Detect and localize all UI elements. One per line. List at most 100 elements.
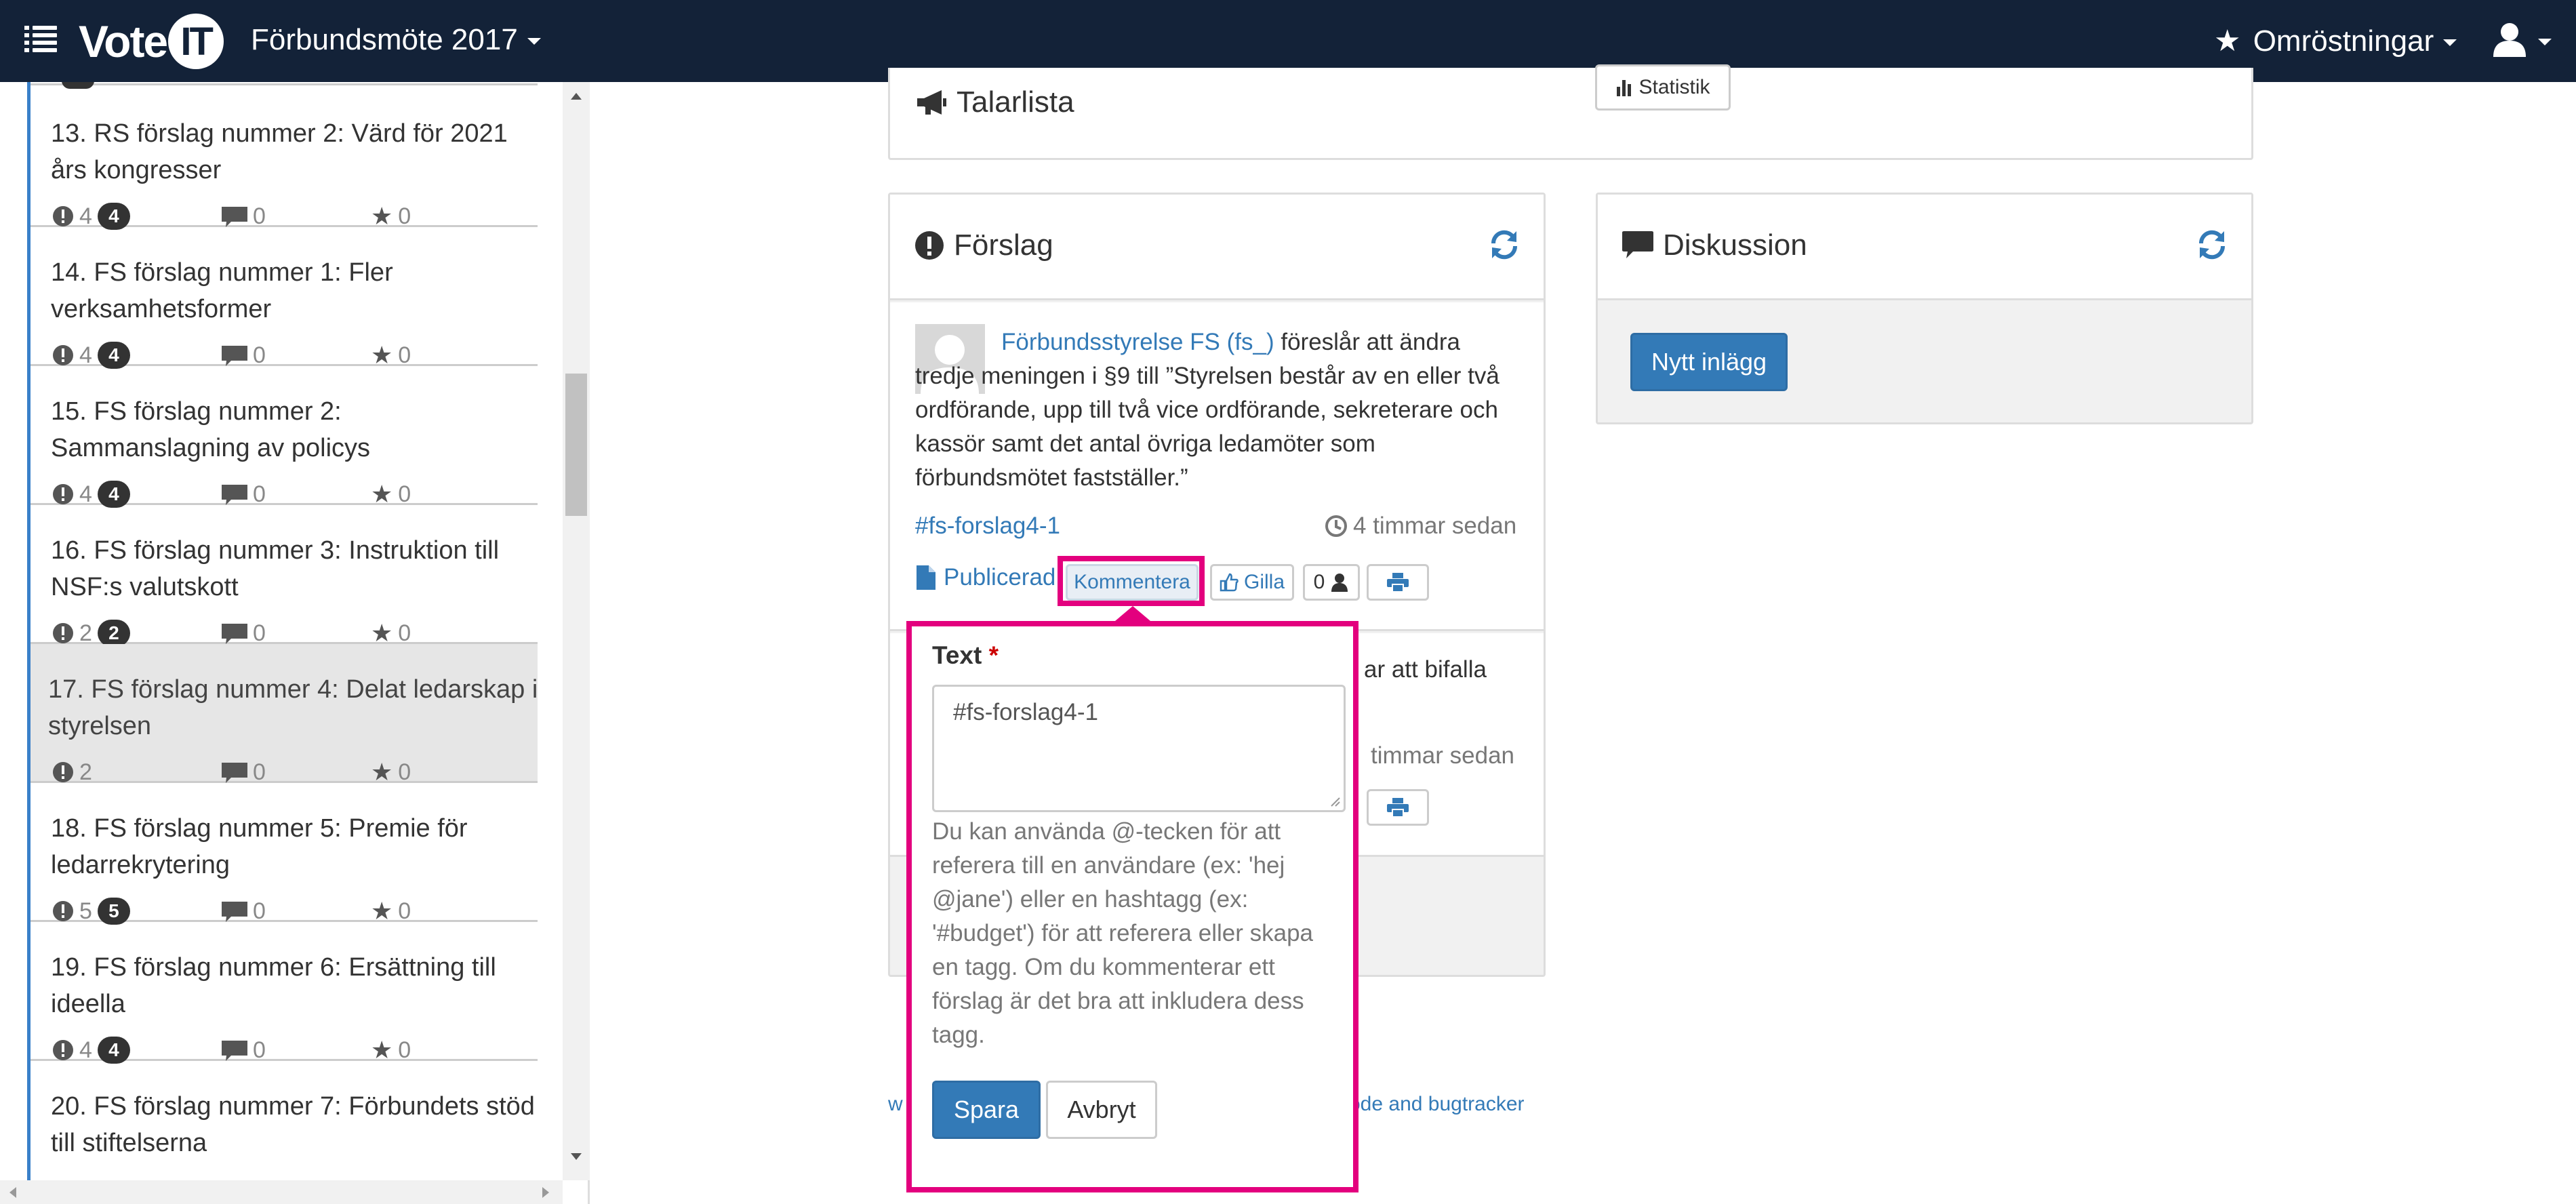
voteit-logo[interactable]: Vote IT — [79, 12, 224, 71]
comment-icon — [1622, 231, 1653, 258]
like-button[interactable]: Gilla — [1210, 564, 1294, 601]
textarea-value: #fs-forslag4-1 — [953, 699, 1098, 725]
save-label: Spara — [953, 1096, 1020, 1123]
unread-badge: 2 — [97, 620, 130, 647]
proposal-timestamp: 4 timmar sedan — [1325, 513, 1516, 540]
print-icon — [1387, 573, 1409, 592]
unread-badge: 4 — [97, 1037, 130, 1064]
exclamation-circle-icon — [53, 206, 73, 226]
agenda-item[interactable]: 19. FS förslag nummer 6: Ersättning till… — [31, 922, 538, 1064]
proposal-author-link[interactable]: Förbundsstyrelse FS (fs_) — [1001, 329, 1274, 355]
comment-icon — [222, 902, 247, 922]
agenda-item[interactable]: 18. FS förslag nummer 5: Premie för leda… — [31, 783, 538, 925]
agenda-item-title: 13. RS förslag nummer 2: Värd för 2021 å… — [51, 119, 508, 184]
polls-dropdown[interactable]: ★ Omröstningar — [2214, 20, 2457, 62]
status-label: Publicerad — [944, 564, 1056, 590]
agenda-sidebar: 13. RS förslag nummer 2: Värd för 2021 å… — [0, 82, 590, 1204]
proposal-status[interactable]: Publicerad — [917, 564, 1055, 591]
polls-label: Omröstningar — [2253, 24, 2434, 58]
proposal-text: Förbundsstyrelse FS (fs_) föreslår att ä… — [915, 325, 1512, 495]
discussion-heading: Diskussion — [1622, 228, 1807, 262]
unread-badge: 4 — [97, 342, 130, 369]
user-menu[interactable] — [2492, 22, 2560, 62]
print-button[interactable] — [1367, 564, 1429, 601]
bar-chart-icon — [1617, 80, 1632, 96]
agenda-item-meta: 5 5 0 ★ 0 — [52, 893, 527, 925]
agenda-item-title: 20. FS förslag nummer 7: Förbundets stöd… — [51, 1092, 535, 1157]
comment-icon — [222, 1041, 247, 1061]
meeting-dropdown[interactable]: Förbundsmöte 2017 — [251, 20, 541, 60]
like-label: Gilla — [1243, 571, 1285, 593]
agenda-item-title: 14. FS förslag nummer 1: Fler verksamhet… — [51, 258, 393, 323]
cancel-button[interactable]: Avbryt — [1046, 1081, 1157, 1139]
comment-button-highlight — [1058, 556, 1205, 606]
refresh-icon[interactable] — [1487, 227, 1522, 262]
exclamation-circle-icon — [53, 901, 73, 921]
help-text: Du kan använda @-tecken för att referera… — [932, 818, 1313, 1048]
cancel-label: Avbryt — [1067, 1096, 1136, 1123]
new-post-button[interactable]: Nytt inlägg — [1630, 333, 1788, 391]
speaker-list-heading: Talarlista — [914, 85, 1074, 119]
agenda-item[interactable]: 15. FS förslag nummer 2: Sammanslagning … — [31, 366, 538, 508]
exclamation-circle-icon — [53, 623, 73, 643]
speaker-list-title: Talarlista — [957, 85, 1074, 119]
second-proposal-fragment: ar att bifalla — [1364, 656, 1487, 683]
like-count-button[interactable]: 0 — [1303, 564, 1360, 601]
comment-icon — [222, 346, 247, 366]
comment-popover: Text * #fs-forslag4-1 Du kan använda @-t… — [906, 606, 1359, 1192]
scrollbar-thumb[interactable] — [565, 374, 587, 516]
agenda-item-title: 17. FS förslag nummer 4: Delat ledarskap… — [48, 675, 538, 740]
statistics-button[interactable]: Statistik — [1595, 64, 1731, 111]
exclamation-circle-icon — [53, 1040, 73, 1060]
clock-icon — [1325, 515, 1347, 537]
exclamation-circle-icon — [915, 231, 944, 260]
second-print-button[interactable] — [1367, 789, 1429, 826]
agenda-item-meta: 4 4 0 ★ 0 — [52, 1032, 527, 1064]
comment-icon — [222, 624, 247, 644]
agenda-item-title: 16. FS förslag nummer 3: Instruktion til… — [51, 536, 500, 601]
label-text: Text — [932, 641, 982, 669]
proposals-title: Förslag — [954, 228, 1053, 262]
meeting-title: Förbundsmöte 2017 — [251, 23, 518, 56]
agenda-item[interactable]: 20. FS förslag nummer 7: Förbundets stöd… — [31, 1061, 538, 1180]
comment-icon — [222, 485, 247, 505]
refresh-icon[interactable] — [2194, 227, 2230, 262]
unread-badge: 4 — [97, 203, 130, 230]
footer-source-link[interactable]: ode and bugtracker — [1349, 1093, 1525, 1116]
footer-left-link[interactable]: w — [888, 1093, 903, 1116]
statistics-label: Statistik — [1638, 76, 1710, 98]
proposal-tag-link[interactable]: #fs-forslag4-1 — [915, 513, 1060, 540]
unread-badge: 5 — [97, 898, 130, 925]
menu-icon[interactable] — [24, 24, 57, 56]
star-icon: ★ — [2214, 24, 2241, 58]
agenda-item-title: 19. FS förslag nummer 6: Ersättning till… — [51, 953, 496, 1018]
agenda-item-meta: 2 0 ★ 0 — [52, 754, 527, 786]
new-post-label: Nytt inlägg — [1651, 348, 1767, 376]
agenda-item-meta: 4 4 0 ★ 0 — [52, 476, 527, 508]
user-icon — [1331, 574, 1348, 592]
agenda-item-title: 15. FS förslag nummer 2: Sammanslagning … — [51, 397, 371, 462]
user-icon — [2493, 23, 2526, 57]
timestamp-label: 4 timmar sedan — [1353, 513, 1517, 539]
sidebar-scrollbar[interactable] — [563, 82, 590, 1180]
agenda-item[interactable]: 16. FS förslag nummer 3: Instruktion til… — [31, 505, 538, 647]
agenda-item[interactable]: 17. FS förslag nummer 4: Delat ledarskap… — [31, 644, 538, 786]
logo-circle: IT — [168, 14, 224, 69]
chevron-down-icon — [2538, 39, 2552, 45]
speaker-list-panel: Talarlista Statistik — [888, 64, 2253, 160]
save-button[interactable]: Spara — [932, 1081, 1041, 1139]
resize-handle-icon[interactable] — [1329, 795, 1341, 807]
comment-textarea[interactable]: #fs-forslag4-1 — [932, 685, 1346, 812]
exclamation-circle-icon — [53, 345, 73, 365]
discussion-panel: Diskussion Nytt inlägg — [1596, 193, 2253, 424]
unread-badge: 4 — [97, 481, 130, 508]
popover-arrow — [1115, 606, 1150, 621]
proposals-heading: Förslag — [914, 228, 1053, 262]
agenda-item-meta: 2 2 0 ★ 0 — [52, 615, 527, 647]
horizontal-scrollbar[interactable] — [0, 1180, 563, 1204]
agenda-item[interactable]: 13. RS förslag nummer 2: Värd för 2021 å… — [31, 88, 538, 230]
agenda-item-meta: 4 4 0 ★ 0 — [52, 337, 527, 369]
comment-icon — [222, 207, 247, 227]
agenda-list[interactable]: 13. RS förslag nummer 2: Värd för 2021 å… — [27, 82, 538, 1180]
agenda-item[interactable]: 14. FS förslag nummer 1: Fler verksamhet… — [31, 227, 538, 369]
